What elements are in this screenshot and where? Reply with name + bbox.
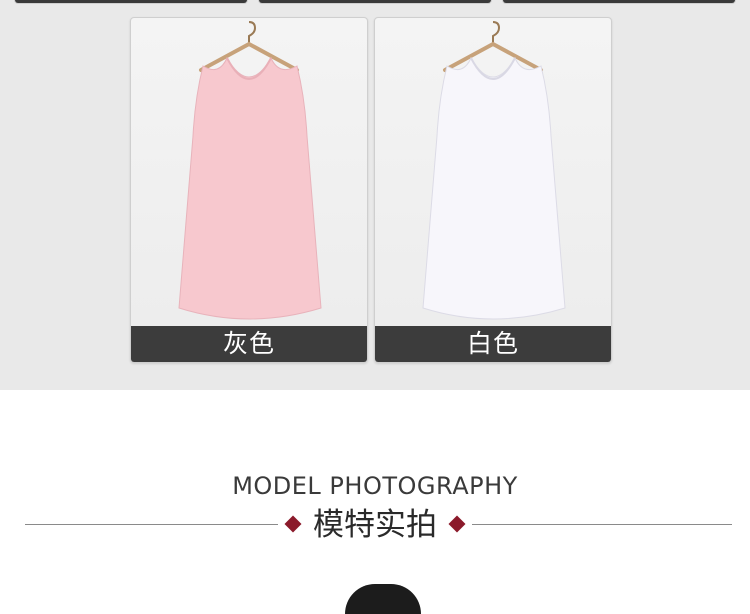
previous-card-bottom [258, 0, 492, 4]
previous-card-bottom [14, 0, 248, 4]
product-card-white[interactable]: 白色 [374, 17, 612, 363]
dress-shape [422, 56, 566, 320]
previous-card-bottom [502, 0, 736, 4]
dress-photo [375, 18, 611, 325]
dress-shape [178, 56, 322, 320]
section-title-cn: 模特实拍 [313, 507, 437, 543]
hanger-icon [443, 21, 543, 72]
dress-photo [131, 18, 367, 325]
product-color-section: 灰色 白色 [0, 0, 750, 390]
color-label: 白色 [375, 326, 611, 362]
hanger-icon [199, 21, 299, 72]
model-photo-preview [345, 584, 421, 614]
product-card-pink[interactable]: 灰色 [130, 17, 368, 363]
color-label: 灰色 [131, 326, 367, 362]
section-title-en: MODEL PHOTOGRAPHY [232, 472, 518, 500]
section-title-cn-wrap: 模特实拍 [278, 505, 472, 545]
